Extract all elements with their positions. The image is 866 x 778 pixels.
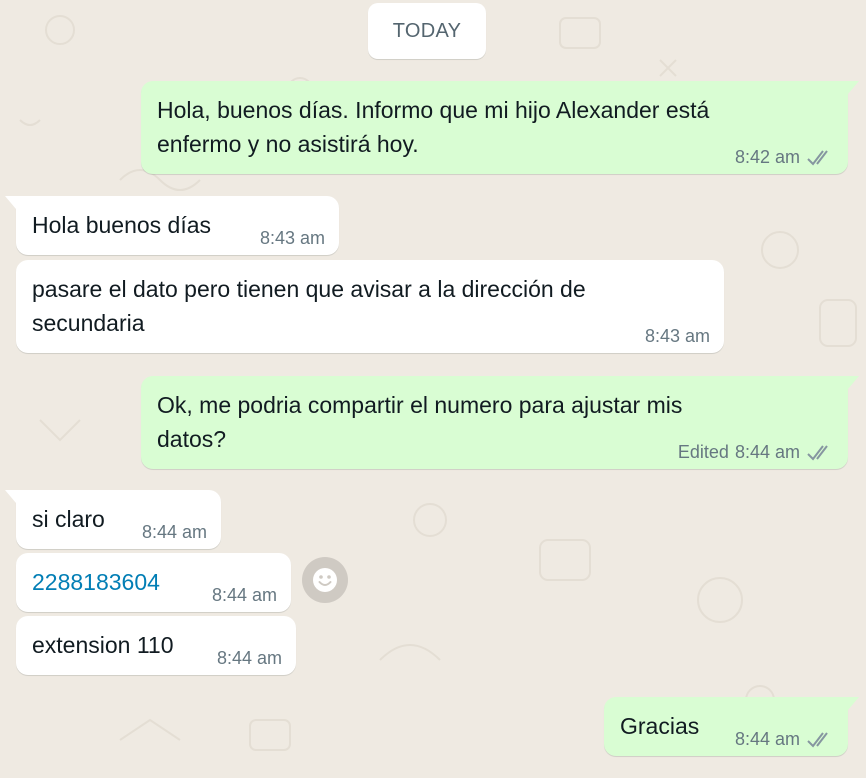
message-time: 8:44 am (211, 585, 277, 605)
message-meta: 8:44 am (217, 647, 282, 669)
message-time: 8:43 am (259, 228, 325, 248)
message-meta: 8:43 am (260, 227, 325, 249)
message-text-line: datos? (157, 426, 227, 452)
message-bubble-incoming[interactable]: 2288183604 8:44 am (16, 553, 291, 612)
message-text-line: si claro (32, 506, 105, 532)
message-bubble-outgoing[interactable]: Hola, buenos días. Informo que mi hijo A… (141, 81, 859, 174)
message-time: 8:44 am (141, 522, 207, 542)
read-ticks-icon (807, 150, 828, 166)
read-ticks-icon (807, 445, 828, 461)
message-time: 8:42 am (734, 147, 800, 167)
date-divider: TODAY (368, 3, 486, 59)
message-meta: 8:43 am (645, 325, 710, 347)
message-meta: 8:44 am (142, 521, 207, 543)
message-bubble-incoming[interactable]: pasare el dato pero tienen que avisar a … (16, 260, 724, 353)
message-text-line: enfermo y no asistirá hoy. (157, 131, 419, 157)
message-meta: Edited 8:44 am (678, 441, 834, 463)
message-bubble-outgoing[interactable]: Gracias 8:44 am (604, 697, 859, 756)
message-bubble-incoming[interactable]: si claro 8:44 am (5, 490, 221, 549)
reaction-button[interactable] (302, 557, 348, 603)
message-bubble-incoming[interactable]: extension 110 8:44 am (16, 616, 296, 675)
edited-label: Edited (677, 442, 729, 462)
read-ticks-icon (807, 732, 828, 748)
message-text-line: Hola, buenos días. Informo que mi hijo A… (157, 97, 710, 123)
smiley-icon (313, 568, 337, 592)
message-text-line: Gracias (620, 713, 700, 739)
message-bubble-outgoing[interactable]: Ok, me podria compartir el numero para a… (141, 376, 859, 469)
message-time: 8:44 am (216, 648, 282, 668)
phone-number-link[interactable]: 2288183604 (32, 569, 160, 595)
message-time: 8:44 am (734, 729, 800, 749)
message-text-line: extension 110 (32, 632, 174, 658)
message-bubble-incoming[interactable]: Hola buenos días 8:43 am (5, 196, 339, 255)
message-text-line: secundaria (32, 310, 145, 336)
message-text-line: pasare el dato pero tienen que avisar a … (32, 276, 586, 302)
message-meta: 8:42 am (735, 146, 834, 168)
message-text-line: Ok, me podria compartir el numero para a… (157, 392, 683, 418)
message-time: 8:44 am (734, 442, 800, 462)
message-meta: 8:44 am (735, 728, 834, 750)
message-meta: 8:44 am (212, 584, 277, 606)
message-time: 8:43 am (644, 326, 710, 346)
message-text-line: Hola buenos días (32, 212, 212, 238)
